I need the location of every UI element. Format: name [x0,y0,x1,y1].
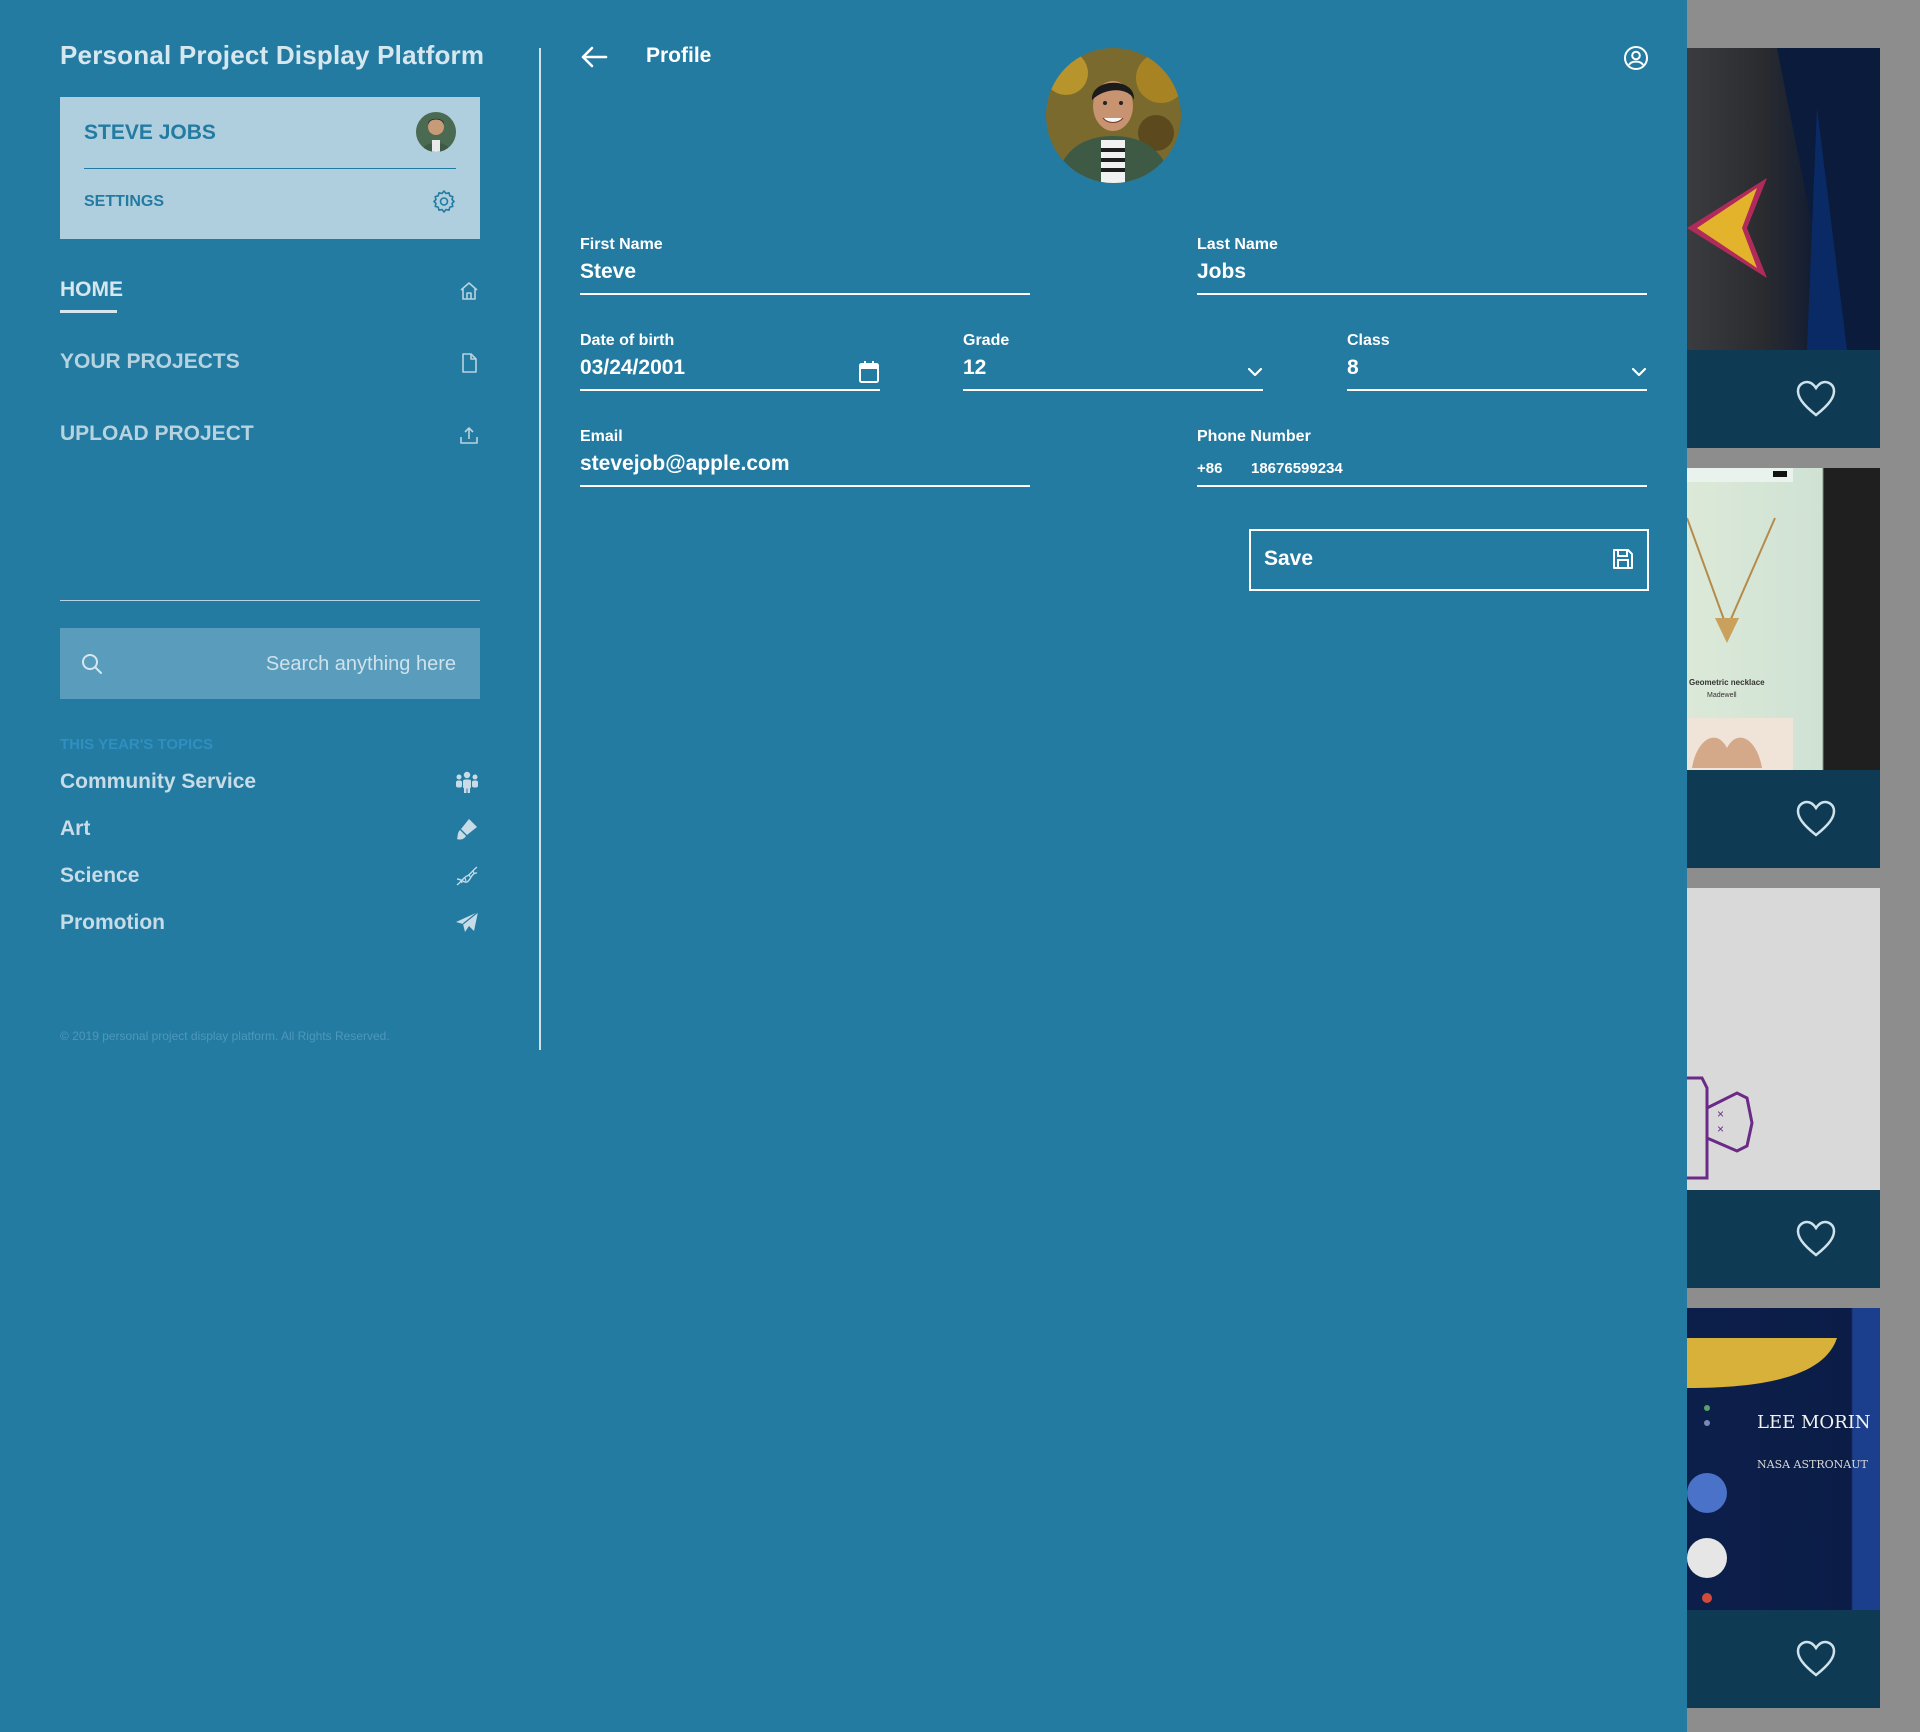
nav-item-your-projects[interactable]: YOUR PROJECTS [60,344,480,384]
svg-text:×: × [1717,1107,1724,1121]
last-name-field[interactable]: Last Name Jobs [1197,236,1647,296]
user-card: STEVE JOBS SETTINGS [60,97,480,239]
floppy-disk-icon [1613,549,1633,569]
field-label: Date of birth [580,332,675,349]
field-label: Email [580,428,623,445]
first-name-input[interactable]: Steve [580,260,636,284]
field-label: Class [1347,332,1390,349]
field-underline [580,389,880,391]
nav-label: HOME [60,278,123,301]
date-of-birth-field[interactable]: Date of birth 03/24/2001 [580,332,880,392]
svg-text:×: × [1717,1122,1724,1136]
chevron-down-icon[interactable] [1247,366,1263,378]
project-thumbnail: Geometric necklace Madewell [1687,468,1880,770]
topic-item-promotion[interactable]: Promotion [60,908,480,940]
chevron-down-icon[interactable] [1631,366,1647,378]
topic-label: Promotion [60,911,165,934]
save-label: Save [1264,547,1314,570]
divider [539,48,541,1050]
country-code-select[interactable]: +86 [1197,460,1222,477]
account-icon[interactable] [1623,45,1649,71]
heart-icon[interactable] [1796,380,1836,418]
search-icon [82,654,102,674]
nav-label: UPLOAD PROJECT [60,422,254,445]
class-select[interactable]: Class 8 [1347,332,1647,392]
topic-item-community-service[interactable]: Community Service [60,767,480,799]
home-icon [460,282,478,300]
field-label: Last Name [1197,236,1278,253]
nav-item-upload-project[interactable]: UPLOAD PROJECT [60,416,480,456]
grade-select[interactable]: Grade 12 [963,332,1263,392]
upload-icon [460,427,478,444]
card-caption: Geometric necklace [1689,678,1765,687]
email-input[interactable]: stevejob@apple.com [580,452,790,476]
topic-label: Art [60,817,91,840]
divider [60,600,480,601]
phone-number-input[interactable]: 18676599234 [1251,460,1343,477]
nav-label: YOUR PROJECTS [60,350,240,373]
card-subtitle: NASA ASTRONAUT [1757,1458,1868,1471]
profile-photo[interactable] [1046,48,1181,183]
phone-number-field[interactable]: Phone Number +86 18676599234 [1197,428,1647,488]
paper-plane-icon [456,911,479,932]
background-project-list: Geometric necklace Madewell × × LEE MORI… [1687,0,1920,1732]
search-box[interactable] [60,628,480,699]
field-underline [1197,293,1647,295]
grade-value[interactable]: 12 [963,356,986,380]
email-field[interactable]: Email stevejob@apple.com [580,428,1030,488]
active-indicator [60,310,117,313]
class-value[interactable]: 8 [1347,356,1359,380]
first-name-field[interactable]: First Name Steve [580,236,1030,296]
field-label: Grade [963,332,1010,349]
project-thumbnail: LEE MORIN NASA ASTRONAUT [1687,1308,1880,1610]
topics-heading: THIS YEAR'S TOPICS [60,736,214,753]
card-subcaption: Madewell [1707,692,1737,699]
avatar[interactable] [416,112,456,152]
project-card[interactable] [1687,48,1880,448]
heart-icon[interactable] [1796,1640,1836,1678]
divider [84,168,456,169]
nav-item-home[interactable]: HOME [60,272,480,313]
heart-icon[interactable] [1796,1220,1836,1258]
project-card[interactable]: LEE MORIN NASA ASTRONAUT [1687,1308,1880,1708]
date-of-birth-input[interactable]: 03/24/2001 [580,356,685,380]
project-card[interactable]: × × [1687,888,1880,1288]
document-icon [462,353,477,373]
topic-label: Science [60,864,140,887]
field-underline [963,389,1263,391]
save-button[interactable]: Save [1249,529,1649,591]
project-thumbnail: × × [1687,888,1880,1190]
profile-panel: Personal Project Display Platform STEVE … [0,0,1687,1732]
people-icon [456,771,478,793]
app-title: Personal Project Display Platform [60,40,485,70]
project-thumbnail [1687,48,1880,350]
calendar-icon[interactable] [858,360,880,384]
page-title: Profile [646,44,712,67]
field-underline [1347,389,1647,391]
field-label: Phone Number [1197,428,1311,445]
field-underline [580,293,1030,295]
dna-icon [456,866,478,886]
heart-icon[interactable] [1796,800,1836,838]
field-underline [580,485,1030,487]
copyright: © 2019 personal project display platform… [60,1029,390,1043]
back-arrow-icon[interactable] [580,45,608,69]
gear-icon[interactable] [432,189,456,213]
topic-item-art[interactable]: Art [60,814,480,846]
field-label: First Name [580,236,663,253]
paint-brush-icon [457,819,477,840]
last-name-input[interactable]: Jobs [1197,260,1246,284]
topic-label: Community Service [60,770,257,793]
search-input[interactable] [120,648,458,680]
settings-link[interactable]: SETTINGS [84,193,164,211]
project-card[interactable]: Geometric necklace Madewell [1687,468,1880,868]
card-title: LEE MORIN [1757,1412,1871,1433]
topic-item-science[interactable]: Science [60,861,480,893]
field-underline [1197,485,1647,487]
user-name[interactable]: STEVE JOBS [84,121,216,145]
